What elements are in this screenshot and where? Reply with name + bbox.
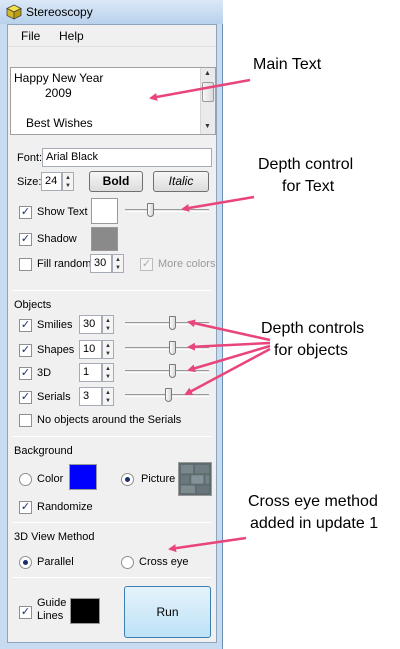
arrow-depth-text [181, 195, 255, 212]
arrow-shapes-depth [187, 341, 271, 351]
arrow-3d-depth [187, 344, 271, 373]
arrow-main-text [149, 78, 251, 101]
annotation-arrows [149, 78, 271, 553]
arrow-cross-eye [168, 536, 247, 553]
arrow-serials-depth [184, 347, 271, 396]
arrow-smilies-depth [187, 319, 271, 342]
